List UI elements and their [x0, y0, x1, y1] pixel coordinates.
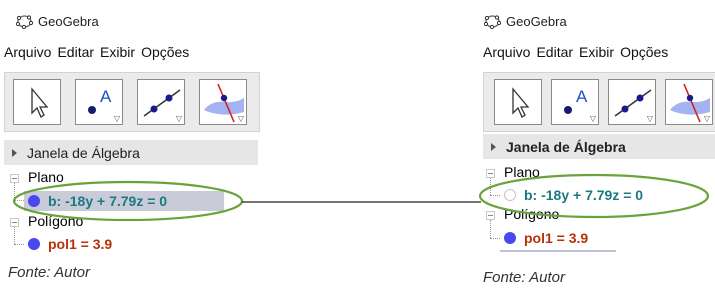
object-row-plane[interactable]: b: -18y + 7.79z = 0	[24, 191, 224, 211]
tree-connector	[490, 195, 500, 196]
visibility-toggle-icon[interactable]	[28, 238, 40, 250]
submenu-triangle-icon: ▽	[703, 114, 710, 123]
submenu-triangle-icon: ▽	[113, 114, 120, 123]
menu-editar[interactable]: Editar	[57, 44, 94, 60]
tree-connector	[14, 200, 24, 201]
algebra-tree: Plano b: -18y + 7.79z = 0 Polígono pol1 …	[484, 164, 714, 255]
geogebra-logo-icon	[16, 14, 33, 29]
window-titlebar: GeoGebra	[484, 12, 567, 30]
move-tool-button[interactable]	[494, 79, 542, 125]
tree-connector	[14, 183, 15, 200]
menu-bar: Arquivo Editar Exibir Opções	[483, 44, 674, 60]
figure-caption: Fonte: Autor	[8, 264, 90, 281]
object-definition: pol1 = 3.9	[524, 230, 589, 246]
group-label-poligono: Polígono	[28, 213, 84, 229]
cursor-arrow-icon	[512, 87, 530, 118]
group-label-poligono: Polígono	[504, 206, 560, 222]
screenshot-left: GeoGebra Arquivo Editar Exibir Opções A …	[0, 0, 262, 289]
object-row-polygon[interactable]: pol1 = 3.9	[24, 234, 112, 254]
perpendicular-tool-button[interactable]: ▽	[665, 79, 713, 125]
window-title: GeoGebra	[506, 13, 567, 29]
collapse-toggle-plano[interactable]	[10, 174, 19, 183]
window-title: GeoGebra	[38, 13, 99, 29]
point-tool-button[interactable]: A ▽	[75, 79, 123, 125]
algebra-tree: Plano b: -18y + 7.79z = 0 Polígono pol1 …	[8, 169, 258, 260]
row-underline	[500, 250, 616, 252]
expand-arrow-icon	[12, 148, 17, 157]
line-tool-button[interactable]: ▽	[608, 79, 656, 125]
figure-caption: Fonte: Autor	[483, 269, 565, 286]
tree-connector	[490, 220, 491, 238]
svg-text:A: A	[100, 87, 112, 106]
tree-connector	[490, 178, 491, 195]
algebra-view-title: Janela de Álgebra	[27, 144, 140, 161]
menu-exibir[interactable]: Exibir	[579, 44, 614, 60]
object-definition: b: -18y + 7.79z = 0	[48, 193, 168, 209]
collapse-toggle-poligono[interactable]	[486, 211, 495, 220]
menu-arquivo[interactable]: Arquivo	[483, 44, 530, 60]
svg-text:A: A	[576, 87, 588, 106]
algebra-view-header[interactable]: Janela de Álgebra	[483, 134, 715, 159]
group-label-plano: Plano	[504, 164, 540, 180]
screenshot-right: GeoGebra Arquivo Editar Exibir Opções A …	[480, 0, 715, 289]
object-row-plane[interactable]: b: -18y + 7.79z = 0	[500, 185, 643, 205]
collapse-toggle-plano[interactable]	[486, 169, 495, 178]
visibility-toggle-icon[interactable]	[504, 189, 516, 201]
menu-opcoes[interactable]: Opções	[620, 44, 668, 60]
expand-arrow-icon	[491, 142, 496, 151]
algebra-view-title: Janela de Álgebra	[506, 138, 626, 155]
visibility-toggle-icon[interactable]	[28, 195, 40, 207]
toolbar: A ▽ ▽ ▽	[4, 72, 260, 132]
point-tool-button[interactable]: A ▽	[551, 79, 599, 125]
tree-connector	[490, 238, 500, 239]
object-definition: b: -18y + 7.79z = 0	[524, 187, 644, 203]
submenu-triangle-icon: ▽	[589, 114, 596, 123]
toolbar: A ▽ ▽ ▽	[483, 72, 715, 132]
submenu-triangle-icon: ▽	[175, 114, 182, 123]
collapse-toggle-poligono[interactable]	[10, 218, 19, 227]
object-definition: pol1 = 3.9	[48, 236, 113, 252]
visibility-toggle-icon[interactable]	[504, 232, 516, 244]
tree-connector	[14, 244, 24, 245]
menu-bar: Arquivo Editar Exibir Opções	[4, 44, 195, 60]
submenu-triangle-icon: ▽	[646, 114, 653, 123]
menu-exibir[interactable]: Exibir	[100, 44, 135, 60]
perpendicular-tool-button[interactable]: ▽	[199, 79, 247, 125]
menu-arquivo[interactable]: Arquivo	[4, 44, 51, 60]
geogebra-logo-icon	[484, 14, 501, 29]
algebra-view-header[interactable]: Janela de Álgebra	[4, 140, 258, 165]
move-tool-button[interactable]	[13, 79, 61, 125]
group-label-plano: Plano	[28, 169, 64, 185]
cursor-arrow-icon	[31, 87, 49, 118]
window-titlebar: GeoGebra	[16, 12, 99, 30]
line-tool-button[interactable]: ▽	[137, 79, 185, 125]
tree-connector	[14, 227, 15, 244]
object-row-polygon[interactable]: pol1 = 3.9	[500, 228, 588, 248]
menu-editar[interactable]: Editar	[536, 44, 573, 60]
menu-opcoes[interactable]: Opções	[141, 44, 189, 60]
submenu-triangle-icon: ▽	[237, 114, 244, 123]
